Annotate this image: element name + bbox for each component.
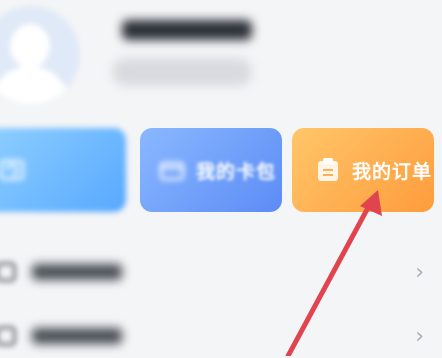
list-icon bbox=[0, 326, 16, 346]
refresh-icon bbox=[0, 156, 26, 184]
card-wallet-label: 我的卡包 bbox=[196, 160, 277, 183]
avatar-head bbox=[10, 24, 50, 68]
avatar-body bbox=[0, 66, 70, 104]
username bbox=[122, 20, 252, 40]
list-icon bbox=[0, 262, 16, 282]
list-item[interactable]: › bbox=[0, 250, 442, 294]
card-1[interactable] bbox=[0, 128, 126, 212]
list-item[interactable]: › bbox=[0, 314, 442, 358]
order-icon bbox=[314, 156, 342, 184]
user-subtitle bbox=[112, 58, 252, 86]
avatar[interactable] bbox=[0, 6, 80, 104]
card-orders[interactable]: 我的订单 bbox=[292, 128, 434, 212]
list-item-label bbox=[32, 264, 122, 280]
card-wallet[interactable]: 我的卡包 bbox=[140, 128, 282, 212]
list-item-label bbox=[32, 328, 122, 344]
wallet-icon bbox=[158, 156, 186, 184]
chevron-right-icon: › bbox=[415, 323, 424, 349]
card-orders-label: 我的订单 bbox=[352, 160, 433, 183]
chevron-right-icon: › bbox=[415, 259, 424, 285]
